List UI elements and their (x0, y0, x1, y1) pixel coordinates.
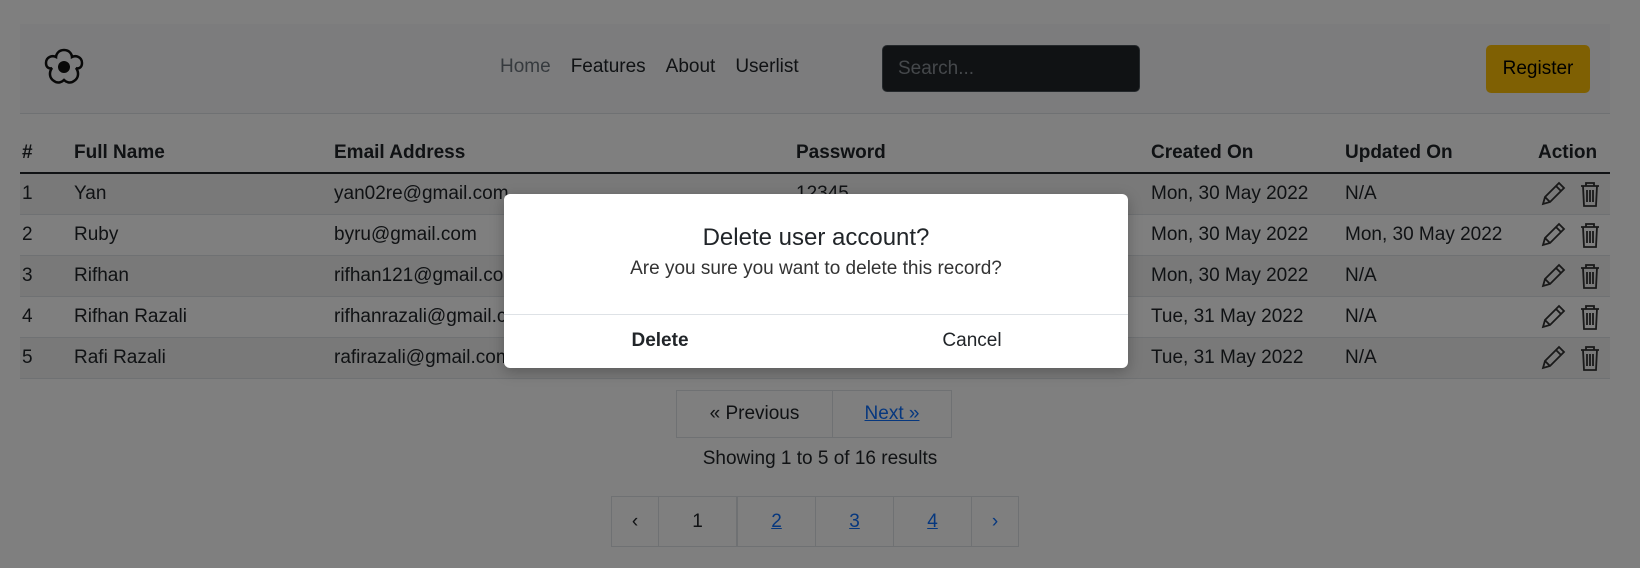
delete-button[interactable]: Delete (504, 315, 816, 367)
dialog-message: Are you sure you want to delete this rec… (630, 258, 1002, 279)
delete-confirm-dialog: Delete user account? Are you sure you wa… (504, 194, 1128, 368)
cancel-button[interactable]: Cancel (816, 315, 1128, 367)
dialog-title: Delete user account? (702, 224, 930, 251)
